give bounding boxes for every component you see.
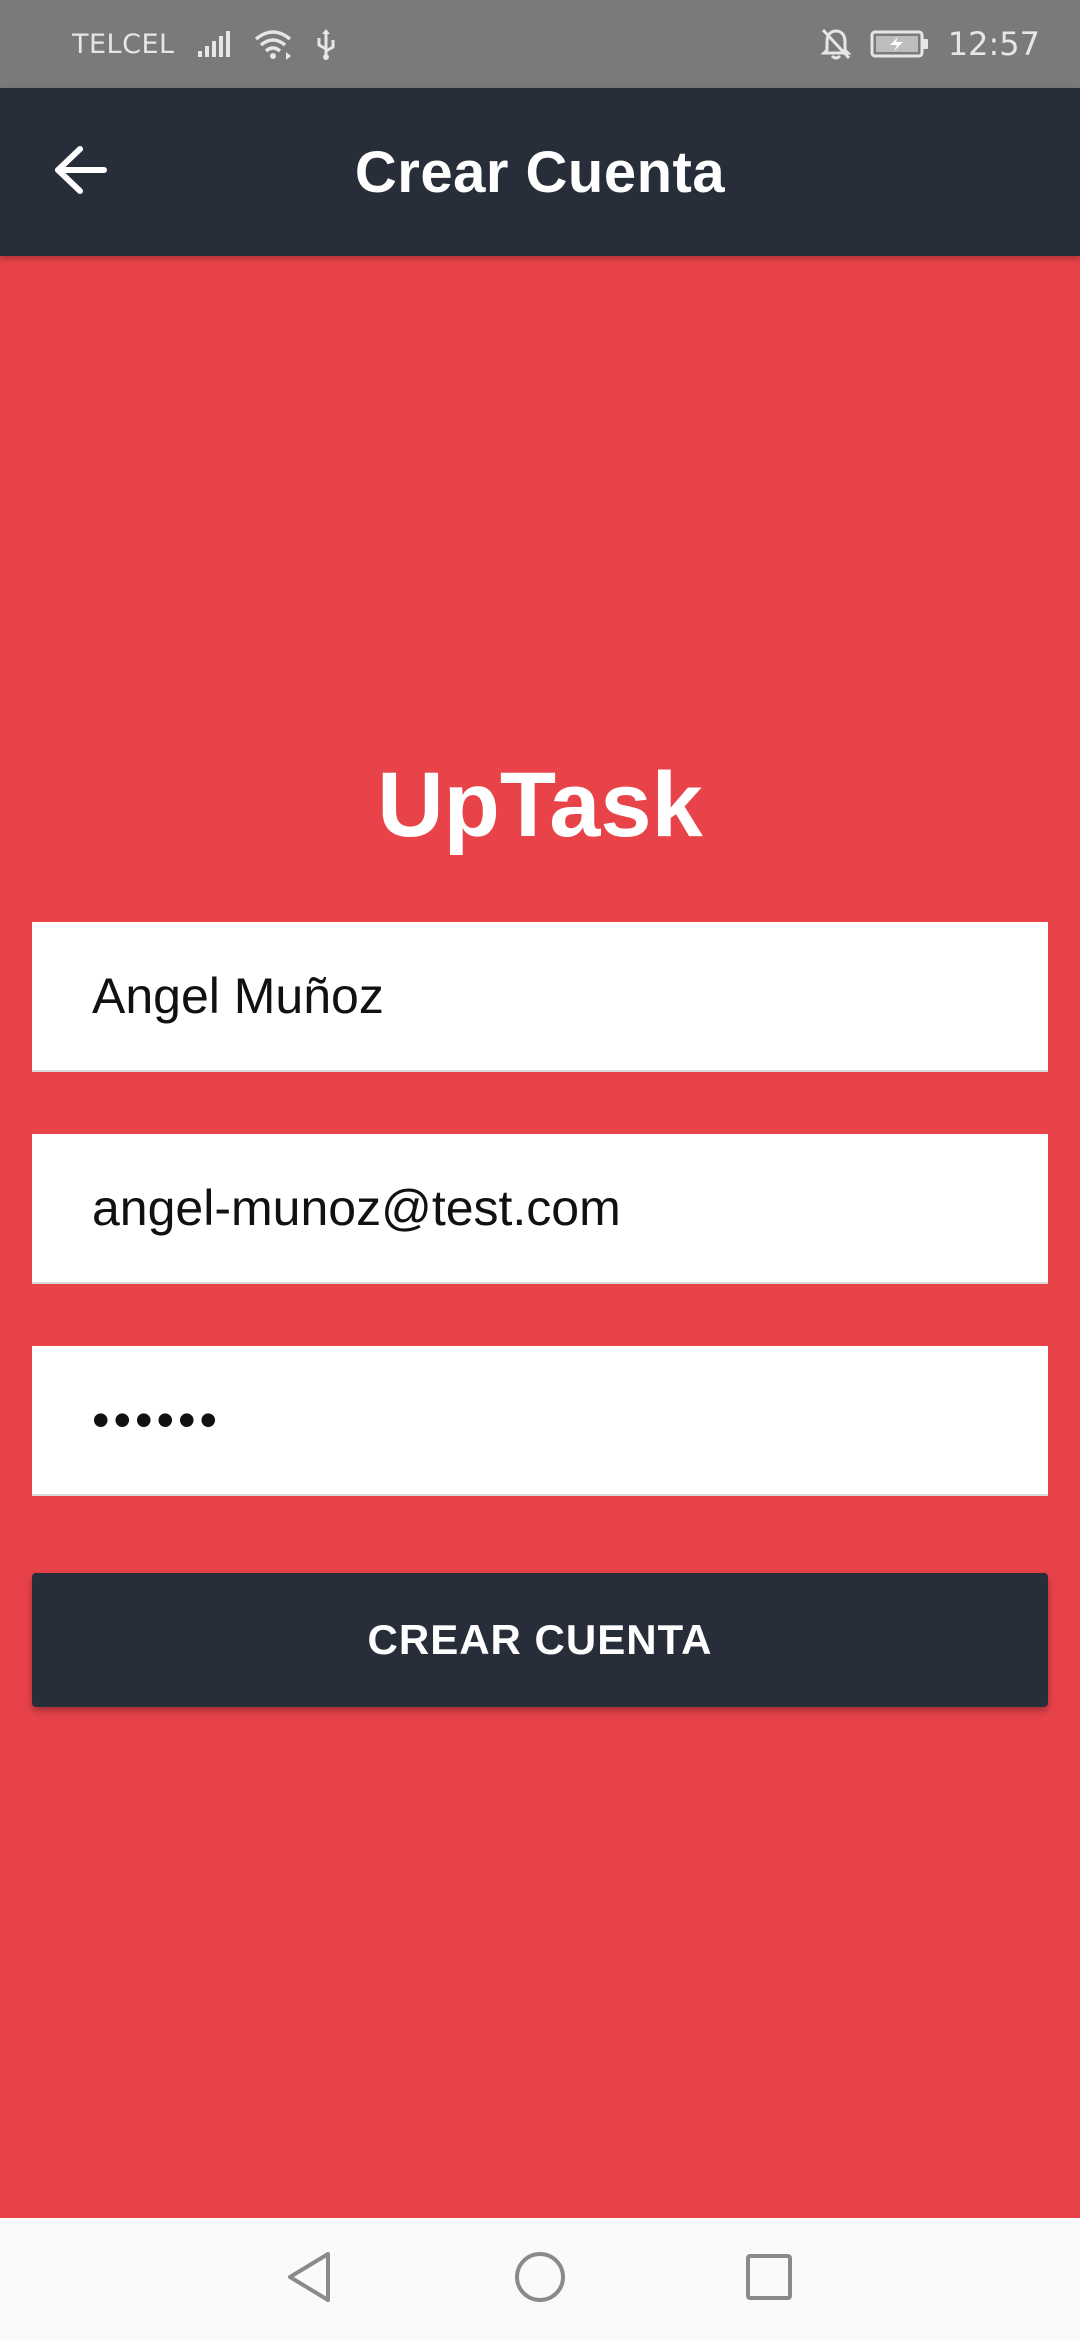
- wifi-icon: [253, 28, 293, 60]
- usb-icon: [315, 28, 337, 60]
- create-account-button[interactable]: CREAR CUENTA: [32, 1573, 1048, 1707]
- app-bar: Crear Cuenta: [0, 88, 1080, 256]
- name-input[interactable]: [92, 967, 988, 1025]
- status-bar: TELCEL 12:57: [0, 0, 1080, 88]
- nav-home-icon: [513, 2250, 567, 2309]
- signal-icon: [197, 29, 231, 59]
- battery-charging-icon: [870, 29, 930, 59]
- status-bar-left: TELCEL: [72, 0, 337, 88]
- status-bar-clock: 12:57: [947, 25, 1040, 63]
- nav-recents-icon: [744, 2252, 794, 2307]
- email-field[interactable]: [32, 1134, 1048, 1284]
- notifications-off-icon: [820, 27, 852, 61]
- page-title: Crear Cuenta: [354, 139, 726, 205]
- create-account-screen: TELCEL 12:57 Crear Cuenta UpTask Angel M…: [0, 0, 1080, 2340]
- name-field[interactable]: [32, 922, 1048, 1072]
- carrier-label: TELCEL: [72, 28, 175, 60]
- password-field[interactable]: [32, 1346, 1048, 1496]
- password-input[interactable]: [92, 1391, 988, 1449]
- nav-back-button[interactable]: [249, 2218, 369, 2340]
- nav-home-button[interactable]: [480, 2218, 600, 2340]
- brand-title: UpTask: [377, 754, 703, 856]
- nav-recents-button[interactable]: [709, 2218, 829, 2340]
- nav-back-icon: [284, 2250, 334, 2309]
- status-bar-right: 12:57: [820, 0, 1040, 88]
- email-input[interactable]: [92, 1179, 988, 1237]
- system-nav-bar: [0, 2218, 1080, 2340]
